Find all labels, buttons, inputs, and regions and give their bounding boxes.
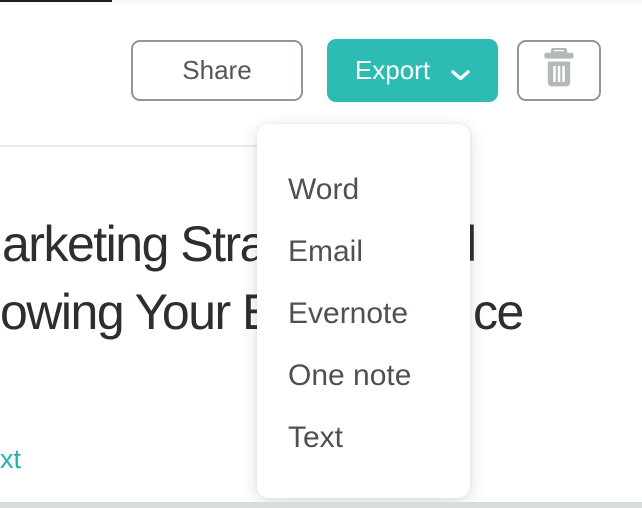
- menu-item-word[interactable]: Word: [257, 159, 470, 221]
- export-button[interactable]: Export: [327, 39, 498, 102]
- top-left-dark-bar: [0, 0, 112, 2]
- share-button-label: Share: [182, 55, 252, 85]
- export-button-label: Export: [354, 55, 431, 85]
- trash-icon: [543, 47, 575, 93]
- toolbar-divider: [0, 145, 272, 147]
- doc-title-line2-right-fragment: ce: [473, 284, 524, 340]
- doc-title-line1-left-fragment: arketing Stra: [2, 216, 267, 272]
- text-link-fragment[interactable]: xt: [0, 444, 21, 475]
- chevron-down-icon: [451, 57, 470, 88]
- app-canvas: Share Export arketing Stra l owing Your …: [0, 0, 642, 508]
- share-button[interactable]: Share: [131, 40, 303, 101]
- doc-title-line2-left-fragment: owing Your E: [0, 284, 275, 340]
- menu-item-onenote[interactable]: One note: [257, 345, 470, 407]
- delete-button[interactable]: [517, 40, 601, 101]
- menu-item-evernote[interactable]: Evernote: [257, 283, 470, 345]
- bottom-edge-band: [0, 502, 642, 508]
- export-dropdown-menu: Word Email Evernote One note Text: [257, 124, 470, 498]
- menu-item-email[interactable]: Email: [257, 221, 470, 283]
- menu-item-text[interactable]: Text: [257, 407, 470, 469]
